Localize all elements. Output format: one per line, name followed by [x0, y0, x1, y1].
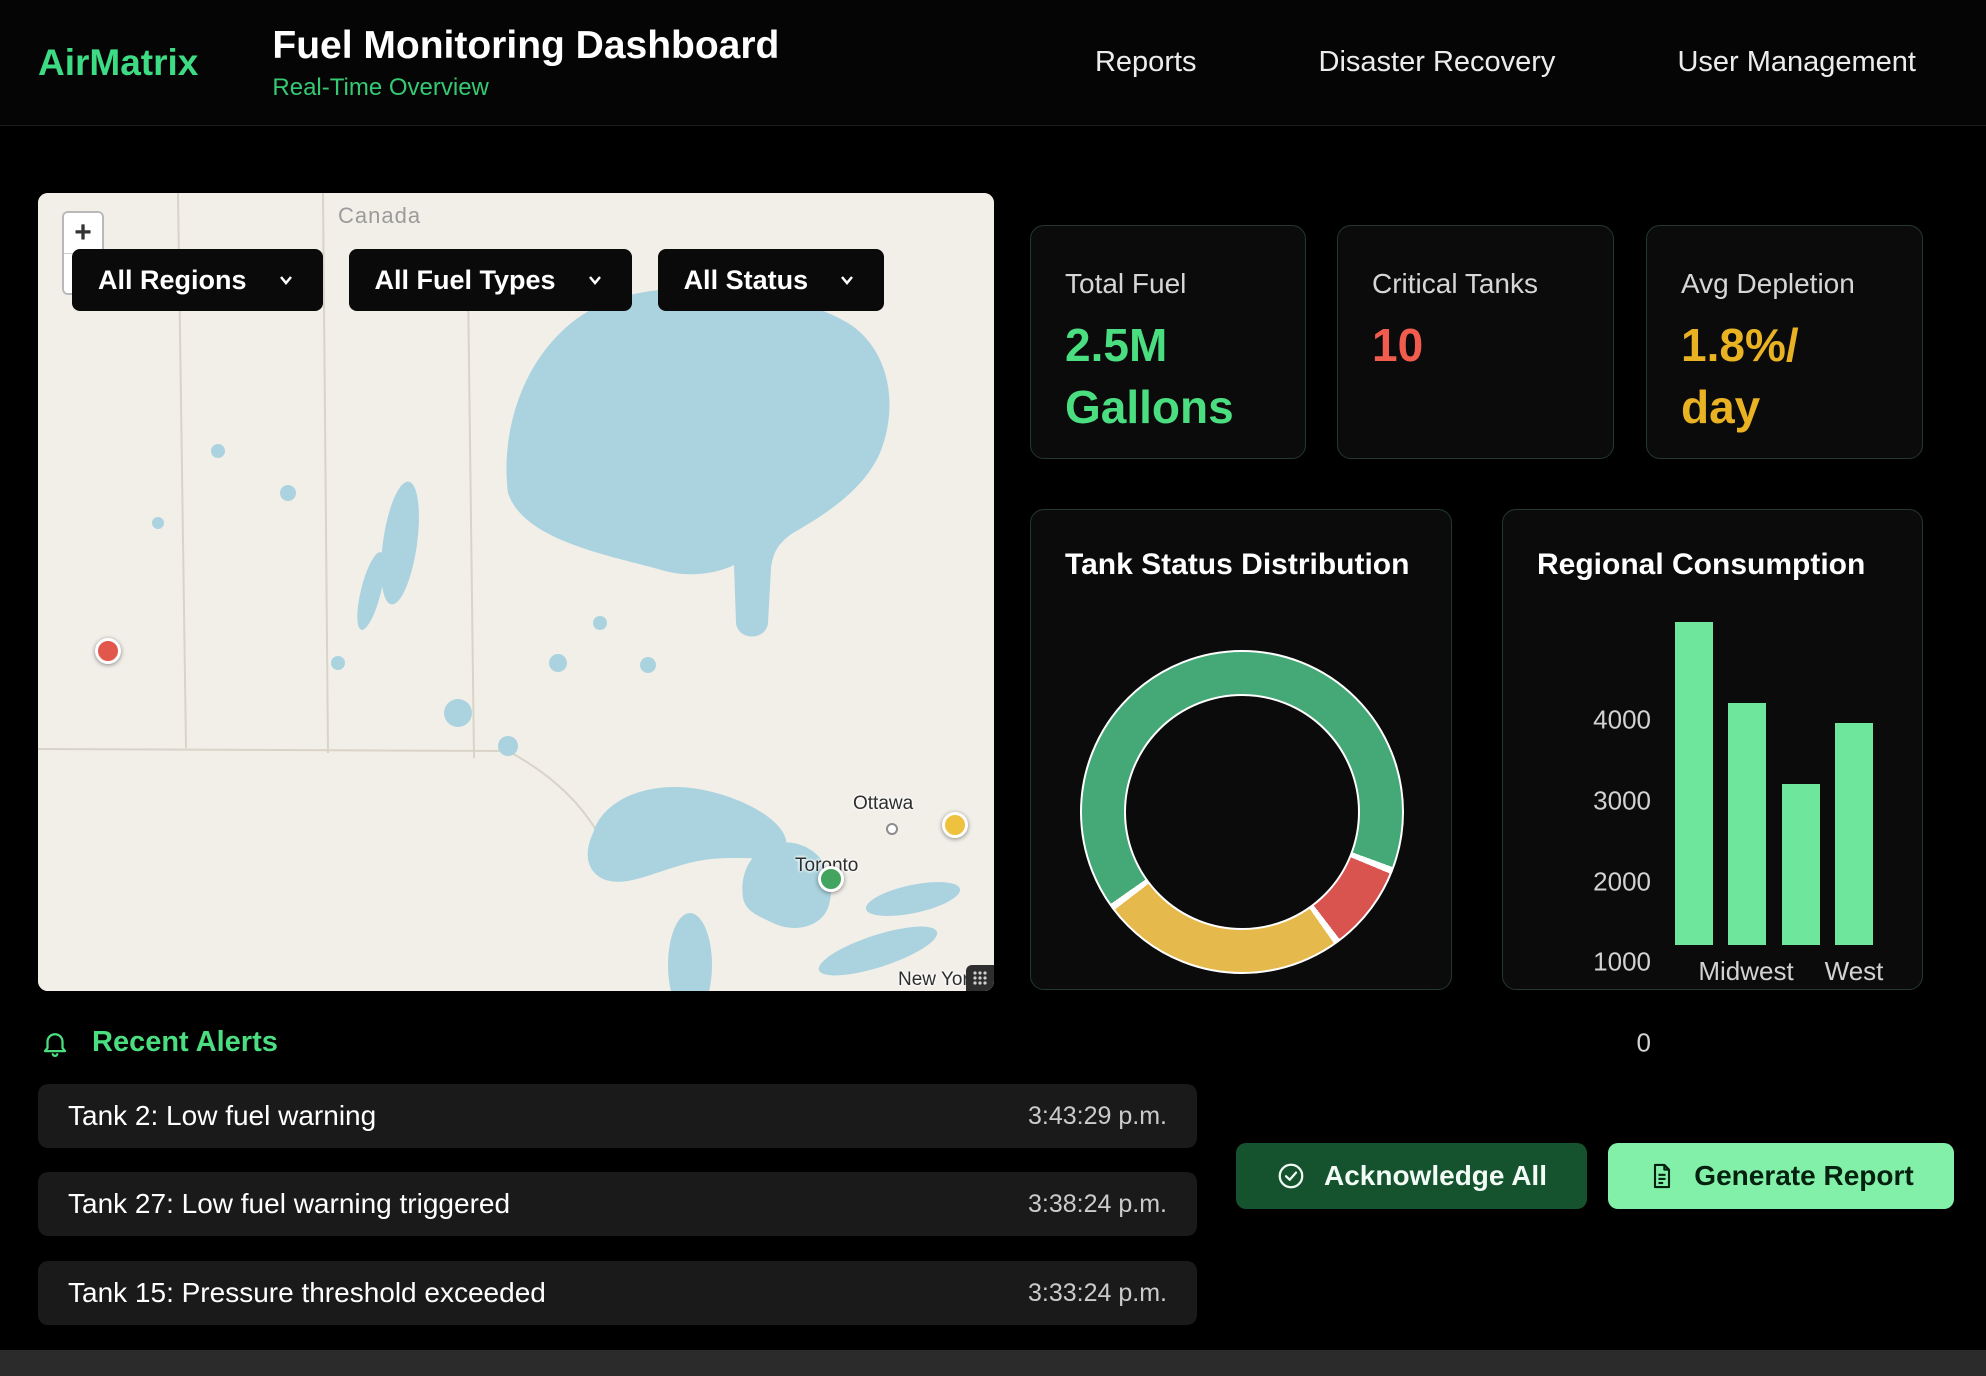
alert-time: 3:33:24 p.m.	[1028, 1279, 1167, 1308]
generate-report-label: Generate Report	[1694, 1160, 1913, 1192]
zoom-in-button[interactable]: +	[64, 213, 102, 253]
map-marker-warning[interactable]	[942, 812, 968, 838]
chevron-down-icon	[275, 269, 297, 291]
regional-consumption-panel: Regional Consumption 4000 3000 2000 1000…	[1502, 509, 1923, 990]
fuel-map[interactable]: + − All Regions All Fuel Types All Statu…	[38, 193, 994, 991]
alert-row: Tank 2: Low fuel warning 3:43:29 p.m.	[38, 1084, 1197, 1148]
fuel-type-filter-value: All Fuel Types	[375, 265, 556, 296]
map-label-ottawa: Ottawa	[853, 793, 913, 815]
region-filter-value: All Regions	[98, 265, 247, 296]
bar	[1835, 723, 1873, 945]
map-filters: All Regions All Fuel Types All Status	[72, 249, 884, 311]
alert-time: 3:43:29 p.m.	[1028, 1102, 1167, 1131]
y-tick: 4000	[1503, 705, 1651, 736]
stat-card-critical-tanks: Critical Tanks 10	[1337, 225, 1614, 459]
nav-item-reports[interactable]: Reports	[1095, 46, 1197, 79]
donut-hole	[1124, 694, 1360, 930]
y-tick: 0	[1503, 1028, 1651, 1059]
x-tick-midwest: Midwest	[1698, 956, 1793, 987]
tank-status-panel: Tank Status Distribution	[1030, 509, 1452, 990]
alerts-title: Recent Alerts	[92, 1026, 278, 1059]
map-marker-critical[interactable]	[95, 638, 121, 664]
regional-consumption-title: Regional Consumption	[1503, 510, 1922, 582]
acknowledge-all-label: Acknowledge All	[1324, 1160, 1547, 1192]
stat-value: 1.8%/ day	[1681, 314, 1888, 438]
footer-strip	[0, 1350, 1986, 1376]
y-tick: 3000	[1503, 786, 1651, 817]
alert-message: Tank 27: Low fuel warning triggered	[68, 1188, 510, 1220]
tank-status-title: Tank Status Distribution	[1031, 510, 1451, 582]
title-block: Fuel Monitoring Dashboard Real-Time Over…	[272, 24, 779, 102]
alert-row: Tank 27: Low fuel warning triggered 3:38…	[38, 1172, 1197, 1236]
map-resize-handle[interactable]	[966, 965, 994, 991]
x-tick-west: West	[1825, 956, 1884, 987]
chevron-down-icon	[584, 269, 606, 291]
stat-card-total-fuel: Total Fuel 2.5M Gallons	[1030, 225, 1306, 459]
bar-chart-y-axis: 4000 3000 2000 1000 0	[1503, 608, 1651, 960]
bar	[1728, 703, 1766, 945]
page-subtitle: Real-Time Overview	[272, 74, 779, 102]
status-filter-value: All Status	[684, 265, 809, 296]
alert-row: Tank 15: Pressure threshold exceeded 3:3…	[38, 1261, 1197, 1325]
bar	[1675, 622, 1713, 945]
brand-logo[interactable]: AirMatrix	[38, 42, 198, 84]
nav-item-disaster-recovery[interactable]: Disaster Recovery	[1319, 46, 1556, 79]
nav-item-user-management[interactable]: User Management	[1677, 46, 1916, 79]
bar	[1782, 784, 1820, 946]
alert-time: 3:38:24 p.m.	[1028, 1190, 1167, 1219]
donut-chart	[1080, 650, 1404, 974]
region-filter[interactable]: All Regions	[72, 249, 323, 311]
map-marker-normal[interactable]	[818, 866, 844, 892]
fuel-type-filter[interactable]: All Fuel Types	[349, 249, 632, 311]
drag-grip-icon	[971, 969, 989, 987]
document-icon	[1648, 1162, 1676, 1190]
main-nav: Reports Disaster Recovery User Managemen…	[1095, 46, 1916, 79]
alert-message: Tank 2: Low fuel warning	[68, 1100, 376, 1132]
bar-chart	[1675, 622, 1873, 945]
check-circle-icon	[1276, 1161, 1306, 1191]
stat-value: 10	[1372, 314, 1579, 376]
ottawa-city-dot	[886, 823, 898, 835]
acknowledge-all-button[interactable]: Acknowledge All	[1236, 1143, 1587, 1209]
header: AirMatrix Fuel Monitoring Dashboard Real…	[0, 0, 1986, 126]
stat-card-avg-depletion: Avg Depletion 1.8%/ day	[1646, 225, 1923, 459]
page-title: Fuel Monitoring Dashboard	[272, 24, 779, 68]
stat-value: 2.5M Gallons	[1065, 314, 1271, 438]
alerts-header: Recent Alerts	[40, 1026, 278, 1059]
alert-message: Tank 15: Pressure threshold exceeded	[68, 1277, 546, 1309]
y-tick: 1000	[1503, 947, 1651, 978]
chevron-down-icon	[836, 269, 858, 291]
map-label-canada: Canada	[338, 203, 421, 229]
dashboard-app: AirMatrix Fuel Monitoring Dashboard Real…	[0, 0, 1986, 1376]
y-tick: 2000	[1503, 867, 1651, 898]
bell-icon	[40, 1028, 70, 1058]
stat-label: Avg Depletion	[1681, 268, 1888, 300]
status-filter[interactable]: All Status	[658, 249, 885, 311]
generate-report-button[interactable]: Generate Report	[1608, 1143, 1954, 1209]
stat-label: Critical Tanks	[1372, 268, 1579, 300]
stat-label: Total Fuel	[1065, 268, 1271, 300]
